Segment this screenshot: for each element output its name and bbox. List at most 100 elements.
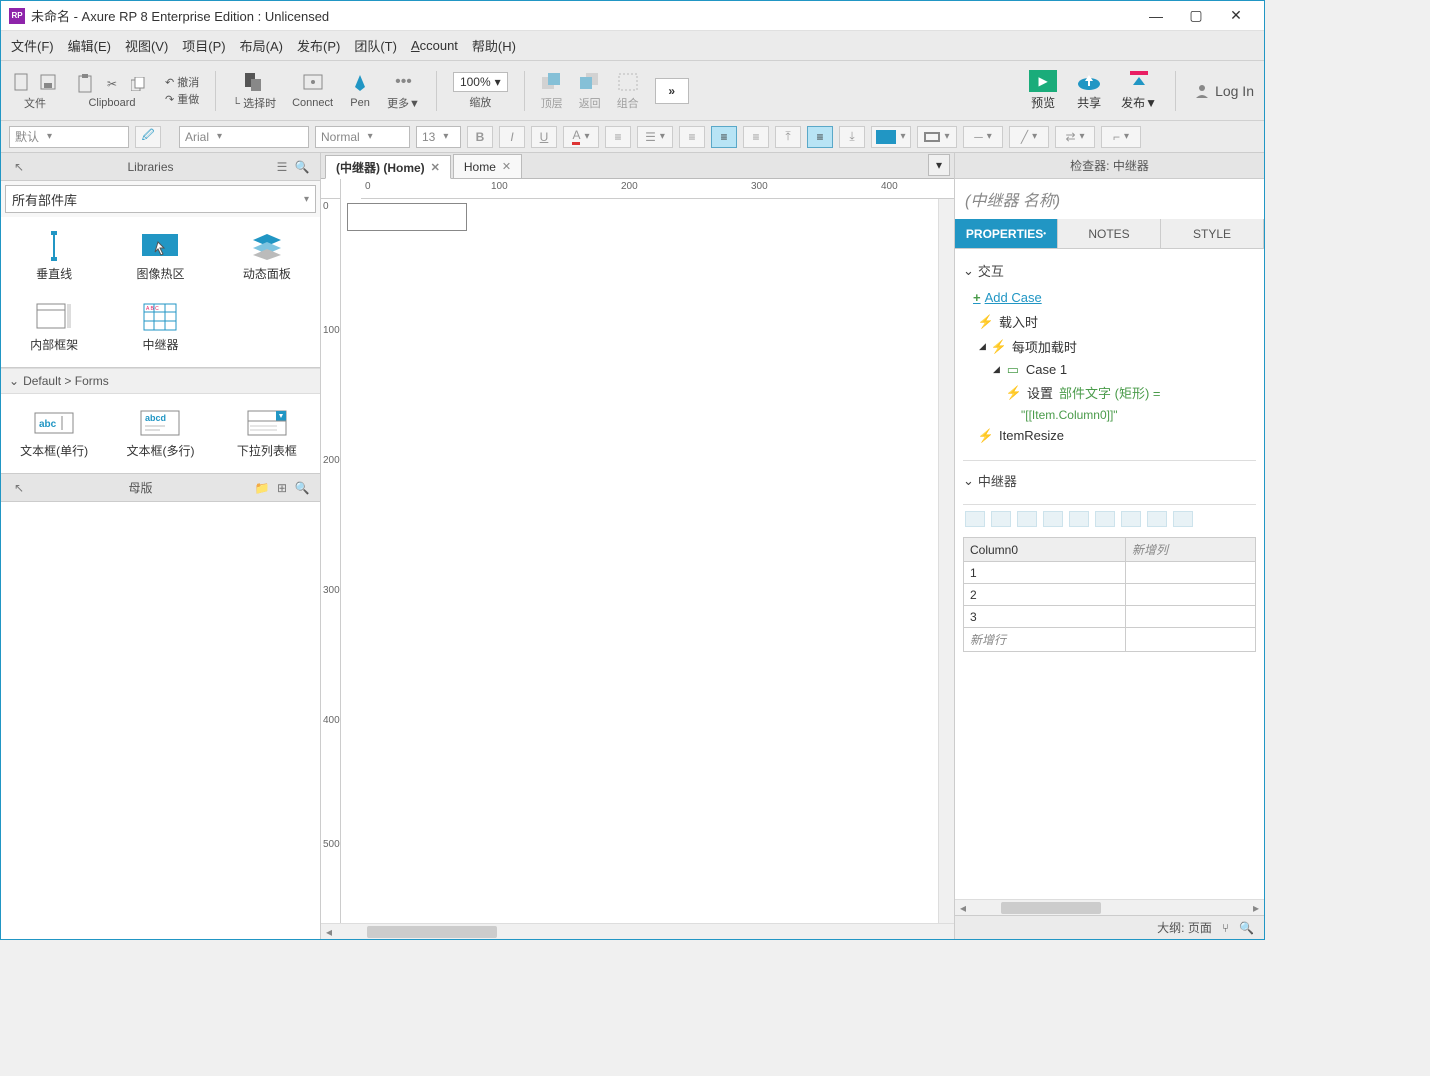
tabs-dropdown[interactable]: ▾ [928, 154, 950, 176]
menu-account[interactable]: Account [411, 38, 458, 53]
table-cell[interactable] [1125, 628, 1255, 652]
table-cell[interactable]: 3 [964, 606, 1126, 628]
toolbar-file-group[interactable]: 文件 [11, 71, 59, 111]
rt-btn-2[interactable] [991, 511, 1011, 527]
login-button[interactable]: Log In [1194, 83, 1254, 99]
rt-btn-1[interactable] [965, 511, 985, 527]
toolbar-pen-group[interactable]: Pen [349, 73, 371, 109]
table-cell[interactable] [1125, 562, 1255, 584]
close-icon[interactable]: ✕ [431, 161, 440, 174]
rt-btn-8[interactable] [1147, 511, 1167, 527]
toolbar-more-group[interactable]: ••• 更多▼ [387, 71, 420, 111]
rt-btn-9[interactable] [1173, 511, 1193, 527]
valign-bottom-button[interactable]: ⤓ [839, 126, 865, 148]
toolbar-back-group[interactable]: 返回 [579, 71, 601, 111]
redo-button[interactable]: ↷重做 [165, 91, 199, 107]
outline-label[interactable]: 大纲: 页面 [1157, 919, 1212, 936]
fill-color-button[interactable] [871, 126, 911, 148]
save-icon[interactable] [37, 71, 59, 93]
table-cell[interactable] [1125, 606, 1255, 628]
line-color-button[interactable] [917, 126, 957, 148]
add-case-link[interactable]: + Add Case [963, 286, 1256, 309]
menu-project[interactable]: 项目(P) [182, 36, 225, 55]
menu-publish[interactable]: 发布(P) [297, 36, 340, 55]
widget-repeater[interactable]: A B C 中继器 [111, 296, 209, 359]
bold-button[interactable]: B [467, 126, 493, 148]
align-right-button[interactable]: ≡ [743, 126, 769, 148]
close-button[interactable]: ✕ [1216, 2, 1256, 30]
forms-section-header[interactable]: ⌄ Default > Forms [1, 368, 320, 394]
font-combo[interactable]: Arial [179, 126, 309, 148]
line-width-button[interactable]: ─ [963, 126, 1003, 148]
widget-vertical-line[interactable]: 垂直线 [5, 225, 103, 288]
corner-button[interactable]: ⌐ [1101, 126, 1141, 148]
widget-text-area[interactable]: abcd 文本框(多行) [111, 402, 209, 465]
tab-repeater-home[interactable]: (中继器) (Home) ✕ [325, 155, 451, 179]
toolbar-connect-group[interactable]: Connect [292, 73, 333, 109]
zoom-combo[interactable]: 100%▾ [453, 72, 508, 92]
toolbar-select-group[interactable]: └ 选择时 [232, 71, 276, 111]
undo-button[interactable]: ↶撤消 [165, 74, 199, 90]
event-itemresize[interactable]: ⚡ ItemResize [963, 425, 1256, 446]
widget-text-field[interactable]: abc 文本框(单行) [5, 402, 103, 465]
tab-home[interactable]: Home ✕ [453, 154, 522, 178]
inspector-hscroll[interactable]: ◂▸ [955, 899, 1264, 915]
library-select[interactable]: 所有部件库 [5, 185, 316, 213]
font-size-combo[interactable]: 13 [416, 126, 461, 148]
repeater-widget-shape[interactable] [347, 203, 467, 231]
col-header-new[interactable]: 新增列 [1125, 538, 1255, 562]
table-cell[interactable] [1125, 584, 1255, 606]
search-icon[interactable]: 🔍 [1239, 921, 1254, 935]
collapse-icon[interactable]: ↖ [9, 157, 29, 177]
event-onload[interactable]: ⚡ 载入时 [963, 309, 1256, 334]
rt-btn-3[interactable] [1017, 511, 1037, 527]
widget-inline-frame[interactable]: 内部框架 [5, 296, 103, 359]
copy-icon[interactable] [127, 73, 149, 95]
case-1[interactable]: ◢ ▭ Case 1 [963, 359, 1256, 380]
align-left-button[interactable]: ≡ [679, 126, 705, 148]
add-folder-icon[interactable]: 📁 [252, 478, 272, 498]
table-cell[interactable]: 2 [964, 584, 1126, 606]
widget-dynamic-panel[interactable]: 动态面板 [218, 225, 316, 288]
menu-icon[interactable]: ☰ [272, 157, 292, 177]
hscrollbar[interactable]: ◂ [321, 923, 954, 939]
toolbar-overflow-button[interactable]: » [655, 78, 689, 104]
widget-hotspot[interactable]: 图像热区 [111, 225, 209, 288]
font-color-button[interactable]: A [563, 126, 599, 148]
line-spacing-button[interactable]: ☰ [637, 126, 673, 148]
widget-name-field[interactable]: (中继器 名称) [955, 179, 1264, 219]
line-style-button[interactable]: ╱ [1009, 126, 1049, 148]
add-page-icon[interactable]: ⊞ [272, 478, 292, 498]
cut-icon[interactable]: ✂ [101, 73, 123, 95]
toolbar-top-group[interactable]: 顶层 [541, 71, 563, 111]
menu-view[interactable]: 视图(V) [125, 36, 168, 55]
widget-droplist[interactable]: 下拉列表框 [218, 402, 316, 465]
menu-arrange[interactable]: 布局(A) [240, 36, 283, 55]
font-weight-combo[interactable]: Normal [315, 126, 410, 148]
minimize-button[interactable]: — [1136, 2, 1176, 30]
menu-help[interactable]: 帮助(H) [472, 36, 516, 55]
new-file-icon[interactable] [11, 71, 33, 93]
search-icon[interactable]: 🔍 [292, 157, 312, 177]
menu-file[interactable]: 文件(F) [11, 36, 54, 55]
paint-format-icon[interactable]: 🖉 [135, 126, 161, 148]
valign-top-button[interactable]: ⤒ [775, 126, 801, 148]
event-itemload[interactable]: ◢ ⚡ 每项加载时 [963, 334, 1256, 359]
collapse-icon[interactable]: ↖ [9, 478, 29, 498]
col-header-0[interactable]: Column0 [964, 538, 1126, 562]
action-set-text[interactable]: ⚡ 设置 部件文字 (矩形) = [963, 380, 1256, 405]
publish-button[interactable]: 发布▼ [1121, 70, 1157, 111]
tab-notes[interactable]: NOTES [1058, 219, 1161, 248]
maximize-button[interactable]: ▢ [1176, 2, 1216, 30]
style-combo[interactable]: 默认 [9, 126, 129, 148]
preview-button[interactable]: ▶ 预览 [1029, 70, 1057, 111]
toolbar-clipboard-group[interactable]: ✂ Clipboard [75, 73, 149, 109]
rt-btn-5[interactable] [1069, 511, 1089, 527]
share-button[interactable]: 共享 [1075, 70, 1103, 111]
search-icon[interactable]: 🔍 [292, 478, 312, 498]
filter-icon[interactable]: ⑂ [1222, 921, 1229, 935]
align-center-button[interactable]: ≡ [711, 126, 737, 148]
underline-button[interactable]: U [531, 126, 557, 148]
design-canvas[interactable] [341, 199, 938, 923]
valign-middle-button[interactable]: ≡ [807, 126, 833, 148]
